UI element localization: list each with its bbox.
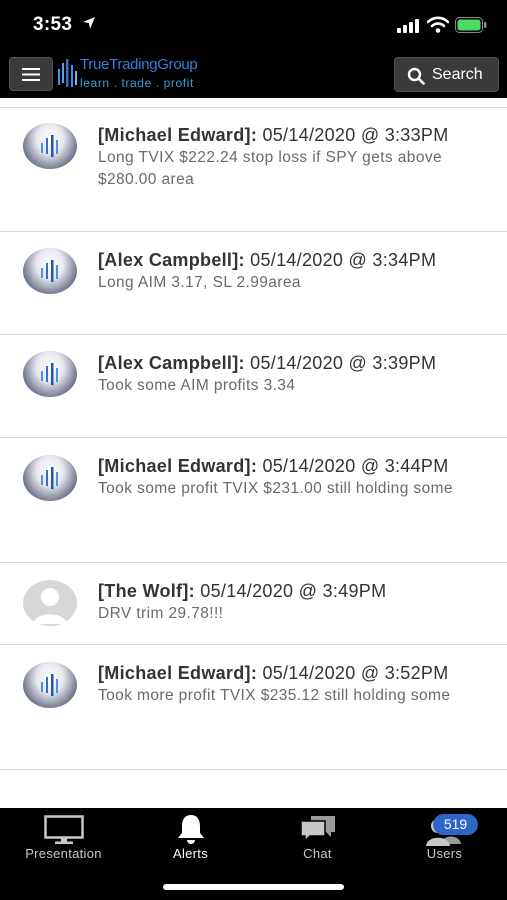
search-icon: [407, 67, 425, 85]
bell-icon: [178, 815, 204, 844]
battery-icon: [455, 17, 487, 33]
search-button[interactable]: Search: [394, 57, 499, 92]
avatar: [23, 351, 77, 397]
location-arrow-icon: [83, 17, 95, 29]
alert-content: [Michael Edward]: 05/14/2020 @ 3:44PM To…: [98, 455, 483, 500]
candlestick-logo-icon: [41, 674, 58, 696]
alert-item[interactable]: [Michael Edward]: 05/14/2020 @ 3:52PM To…: [0, 645, 507, 770]
alert-content: [Michael Edward]: 05/14/2020 @ 3:33PM Lo…: [98, 124, 483, 191]
alert-content: [The Wolf]: 05/14/2020 @ 3:49PM DRV trim…: [98, 580, 483, 625]
avatar: [23, 455, 77, 501]
alert-author: [Michael Edward]:: [98, 125, 258, 145]
logo-tagline: learn . trade . profit: [80, 76, 194, 90]
alert-timestamp: 05/14/2020 @ 3:33PM: [262, 125, 449, 145]
alert-header: [Michael Edward]: 05/14/2020 @ 3:44PM: [98, 455, 483, 478]
alert-content: [Michael Edward]: 05/14/2020 @ 3:52PM To…: [98, 662, 483, 707]
search-label: Search: [432, 66, 483, 83]
default-user-icon: [33, 588, 67, 624]
alert-item[interactable]: [Michael Edward]: 05/14/2020 @ 3:33PM Lo…: [0, 108, 507, 232]
candlestick-logo-icon: [58, 59, 77, 87]
status-time: 3:53: [33, 14, 73, 35]
alert-message: Took some AIM profits 3.34: [98, 377, 296, 394]
avatar: [23, 580, 77, 626]
users-count-badge: 519: [433, 814, 478, 835]
avatar: [23, 662, 77, 708]
alert-author: [Michael Edward]:: [98, 456, 258, 476]
tab-chat[interactable]: Chat: [254, 808, 381, 868]
alert-item[interactable]: [Alex Campbell]: 05/14/2020 @ 3:39PM Too…: [0, 335, 507, 438]
hamburger-icon: [22, 68, 40, 81]
alert-author: [Alex Campbell]:: [98, 250, 245, 270]
tab-label: Presentation: [25, 846, 102, 861]
status-bar: 3:53: [0, 0, 507, 52]
monitor-icon: [44, 815, 84, 844]
alert-header: [The Wolf]: 05/14/2020 @ 3:49PM: [98, 580, 483, 603]
alert-message: Took more profit TVIX $235.12 still hold…: [98, 687, 451, 704]
menu-button[interactable]: [9, 57, 53, 91]
tab-label: Chat: [303, 846, 332, 861]
alert-item[interactable]: [Michael Edward]: 05/14/2020 @ 3:44PM To…: [0, 438, 507, 563]
brand-logo: TrueTradingGroup learn . trade . profit: [56, 55, 206, 93]
cellular-signal-icon: [397, 19, 419, 33]
alert-content: [Alex Campbell]: 05/14/2020 @ 3:39PM Too…: [98, 352, 483, 397]
alert-timestamp: 05/14/2020 @ 3:34PM: [250, 250, 437, 270]
alert-message: Long AIM 3.17, SL 2.99area: [98, 274, 301, 291]
alert-author: [The Wolf]:: [98, 581, 195, 601]
chat-bubbles-icon: [300, 816, 335, 843]
alert-header: [Michael Edward]: 05/14/2020 @ 3:33PM: [98, 124, 483, 147]
alert-message: Long TVIX $222.24 stop loss if SPY gets …: [98, 149, 443, 188]
alert-item[interactable]: [The Wolf]: 05/14/2020 @ 3:49PM DRV trim…: [0, 563, 507, 645]
candlestick-logo-icon: [41, 467, 58, 489]
alert-timestamp: 05/14/2020 @ 3:39PM: [250, 353, 437, 373]
alert-header: [Alex Campbell]: 05/14/2020 @ 3:39PM: [98, 352, 483, 375]
app-header: TrueTradingGroup learn . trade . profit …: [0, 52, 507, 98]
tab-presentation[interactable]: Presentation: [0, 808, 127, 868]
wifi-icon: [427, 16, 449, 33]
tab-label: Alerts: [172, 846, 209, 861]
alert-content: [Alex Campbell]: 05/14/2020 @ 3:34PM Lon…: [98, 249, 483, 294]
alerts-feed[interactable]: [Michael Edward]: 05/14/2020 @ 3:33PM Lo…: [0, 98, 507, 808]
avatar: [23, 248, 77, 294]
alert-header: [Alex Campbell]: 05/14/2020 @ 3:34PM: [98, 249, 483, 272]
home-indicator[interactable]: [163, 884, 344, 890]
alert-message: DRV trim 29.78!!!: [98, 605, 224, 622]
avatar: [23, 123, 77, 169]
logo-title: TrueTradingGroup: [80, 56, 198, 73]
alert-author: [Michael Edward]:: [98, 663, 258, 683]
alert-timestamp: 05/14/2020 @ 3:49PM: [200, 581, 387, 601]
alert-timestamp: 05/14/2020 @ 3:44PM: [262, 456, 449, 476]
tab-alerts[interactable]: Alerts: [127, 808, 254, 868]
candlestick-logo-icon: [41, 363, 58, 385]
alert-timestamp: 05/14/2020 @ 3:52PM: [262, 663, 449, 683]
candlestick-logo-icon: [41, 260, 58, 282]
alert-message: Took some profit TVIX $231.00 still hold…: [98, 480, 453, 497]
alert-author: [Alex Campbell]:: [98, 353, 245, 373]
alert-item[interactable]: [Alex Campbell]: 05/14/2020 @ 3:34PM Lon…: [0, 232, 507, 335]
tab-label: Users: [426, 846, 463, 861]
candlestick-logo-icon: [41, 135, 58, 157]
alert-header: [Michael Edward]: 05/14/2020 @ 3:52PM: [98, 662, 483, 685]
